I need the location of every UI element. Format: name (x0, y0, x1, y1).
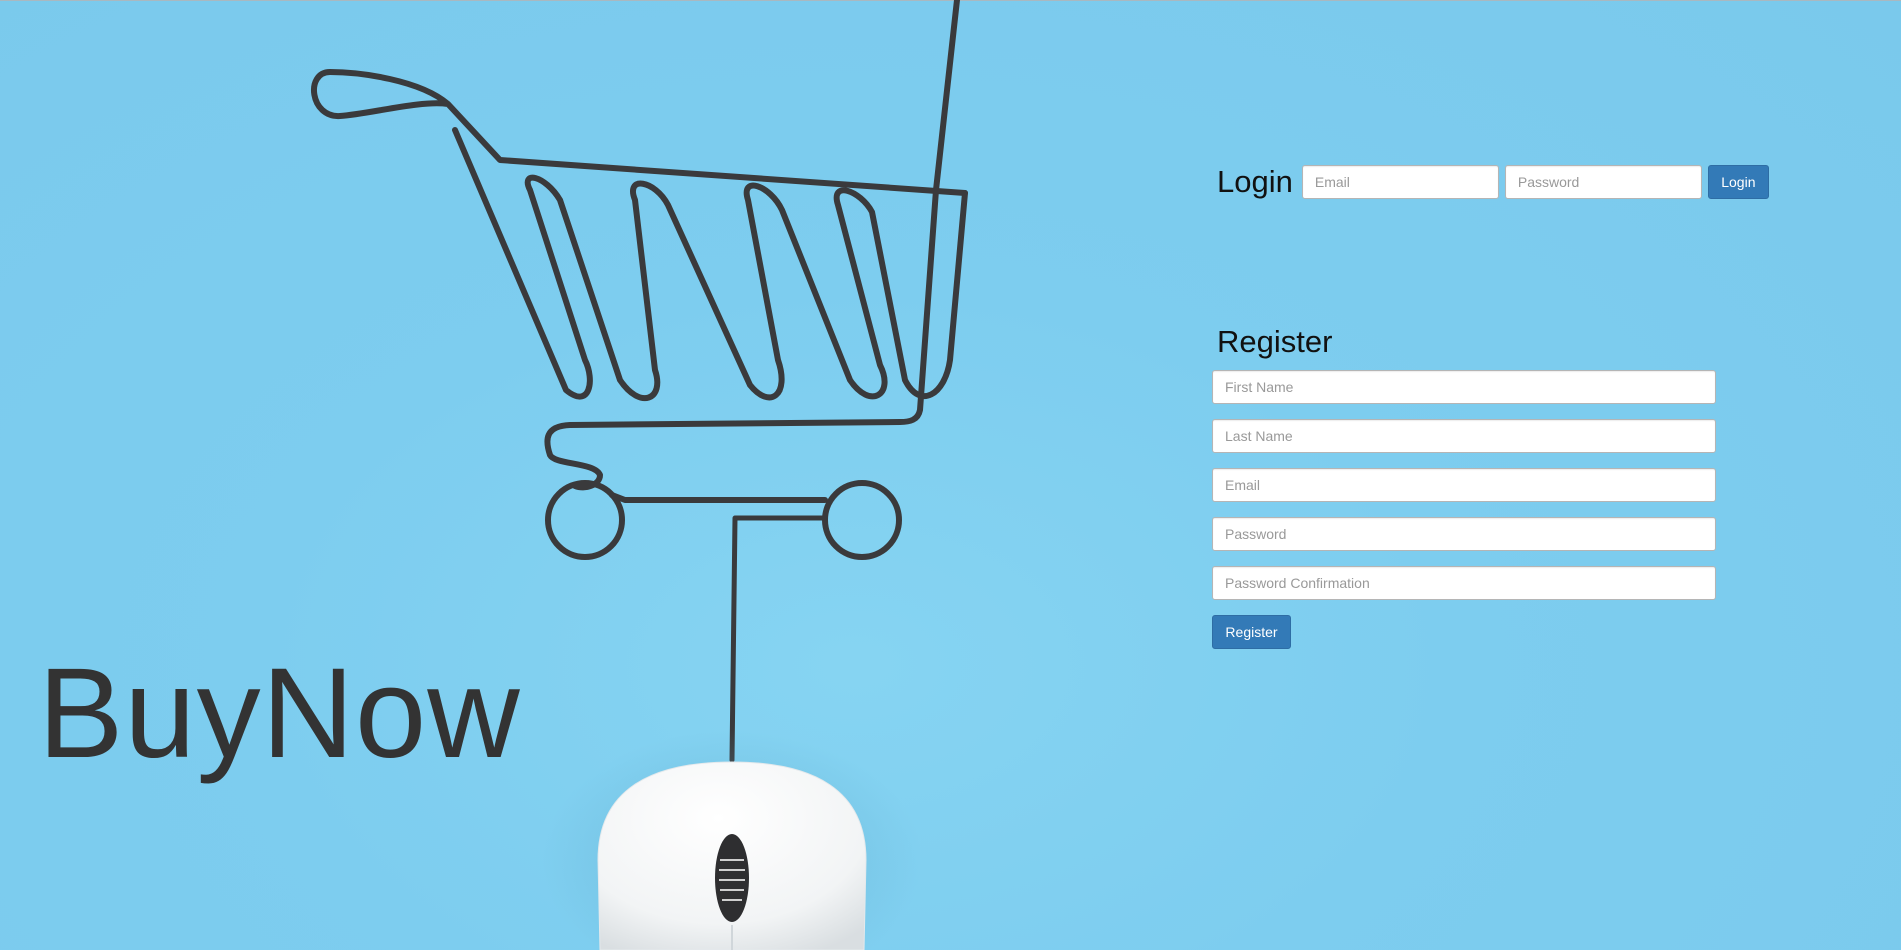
page: BuyNow Login Login Register Register (0, 0, 1901, 950)
login-email-input[interactable] (1301, 164, 1499, 199)
register-email-input[interactable] (1212, 468, 1716, 502)
login-button[interactable]: Login (1707, 164, 1769, 199)
login-password-input[interactable] (1504, 164, 1702, 199)
register-password-input[interactable] (1212, 517, 1716, 551)
register-button[interactable]: Register (1212, 615, 1291, 649)
register-form: Register Register (1212, 322, 1716, 649)
password-confirmation-input[interactable] (1212, 566, 1716, 600)
brand-title: BuyNow (38, 642, 521, 785)
first-name-input[interactable] (1212, 370, 1716, 404)
last-name-input[interactable] (1212, 419, 1716, 453)
computer-mouse-icon (542, 730, 922, 950)
login-form: Login Login (1217, 163, 1769, 200)
login-title: Login (1217, 164, 1293, 199)
register-title: Register (1217, 324, 1333, 359)
